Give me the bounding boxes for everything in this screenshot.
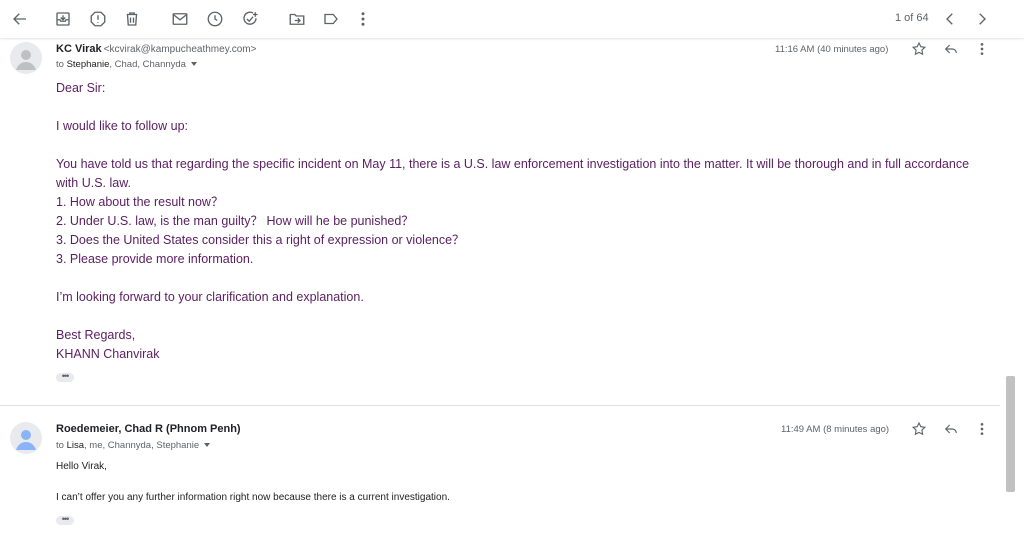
paragraph-line-2: with U.S. law. <box>56 176 132 190</box>
sender-email: <kcvirak@kampucheathmey.com> <box>103 44 257 55</box>
more-vert-icon[interactable] <box>971 38 993 60</box>
closing-line: I’m looking forward to your clarificatio… <box>56 290 364 304</box>
mark-unread-icon[interactable] <box>168 7 192 31</box>
star-icon[interactable] <box>908 418 930 440</box>
prev-icon[interactable] <box>938 7 962 31</box>
show-trimmed-content-button[interactable]: ••• <box>56 515 74 525</box>
greeting: Dear Sir: <box>56 81 106 95</box>
message-2: Roedemeier, Chad R (Phnom Penh) to Lisa,… <box>0 406 1000 549</box>
snooze-icon[interactable] <box>203 7 227 31</box>
avatar[interactable] <box>10 42 42 74</box>
label-icon[interactable] <box>319 7 343 31</box>
question-2: 2. Under U.S. law, is the man guilty？ Ho… <box>56 214 414 228</box>
move-to-icon[interactable] <box>285 7 309 31</box>
recipient-first: Lisa <box>66 440 85 451</box>
followup-line: I would like to follow up: <box>56 119 189 133</box>
star-icon[interactable] <box>908 38 930 60</box>
default-avatar-icon <box>16 50 36 70</box>
message-time: 11:49 AM (8 minutes ago) <box>781 424 890 435</box>
avatar[interactable] <box>10 422 42 454</box>
add-task-icon[interactable] <box>238 7 262 31</box>
default-avatar-icon <box>16 430 36 450</box>
to-prefix: to <box>56 59 64 70</box>
recipients-rest: , Chad, Channyda <box>109 59 186 70</box>
paragraph-line-1: You have told us that regarding the spec… <box>56 157 970 171</box>
message-body: I can’t offer you any further informatio… <box>56 492 450 503</box>
chevron-down-icon[interactable] <box>190 62 197 67</box>
scrollbar-thumb[interactable] <box>1006 376 1015 492</box>
next-icon[interactable] <box>970 7 994 31</box>
regards-line: Best Regards, <box>56 328 136 342</box>
pager-count: 1 of 64 <box>895 12 929 24</box>
message-1: KC Virak <kcvirak@kampucheathmey.com> to … <box>0 0 1000 405</box>
question-3: 3. Does the United States consider this … <box>56 233 465 247</box>
message-time: 11:16 AM (40 minutes ago) <box>775 44 889 55</box>
more-vert-icon[interactable] <box>971 418 993 440</box>
archive-icon[interactable] <box>51 7 75 31</box>
sender-name[interactable]: Roedemeier, Chad R (Phnom Penh) <box>56 423 241 435</box>
sender-name[interactable]: KC Virak <kcvirak@kampucheathmey.com> <box>56 43 256 55</box>
reply-icon[interactable] <box>940 418 962 440</box>
report-spam-icon[interactable] <box>86 7 110 31</box>
recipients-line[interactable]: to Stephanie, Chad, Channyda <box>56 59 197 70</box>
delete-icon[interactable] <box>120 7 144 31</box>
back-arrow-icon[interactable] <box>8 7 32 31</box>
more-vert-icon[interactable] <box>351 7 375 31</box>
to-prefix: to <box>56 440 64 451</box>
recipients-rest: , me, Channyda, Stephanie <box>84 440 200 451</box>
question-4: 3. Please provide more information. <box>56 252 254 266</box>
question-1: 1. How about the result now？ <box>56 195 224 209</box>
recipient-first: Stephanie <box>66 59 110 70</box>
toolbar: 1 of 64 <box>0 0 1024 38</box>
greeting: Hello Virak, <box>56 461 107 472</box>
recipients-line[interactable]: to Lisa, me, Channyda, Stephanie <box>56 440 211 451</box>
reply-icon[interactable] <box>940 38 962 60</box>
signature-name: KHANN Chanvirak <box>56 347 160 361</box>
sender-name-text: KC Virak <box>56 43 102 55</box>
chevron-down-icon[interactable] <box>204 443 211 448</box>
show-trimmed-content-button[interactable]: ••• <box>56 372 74 382</box>
